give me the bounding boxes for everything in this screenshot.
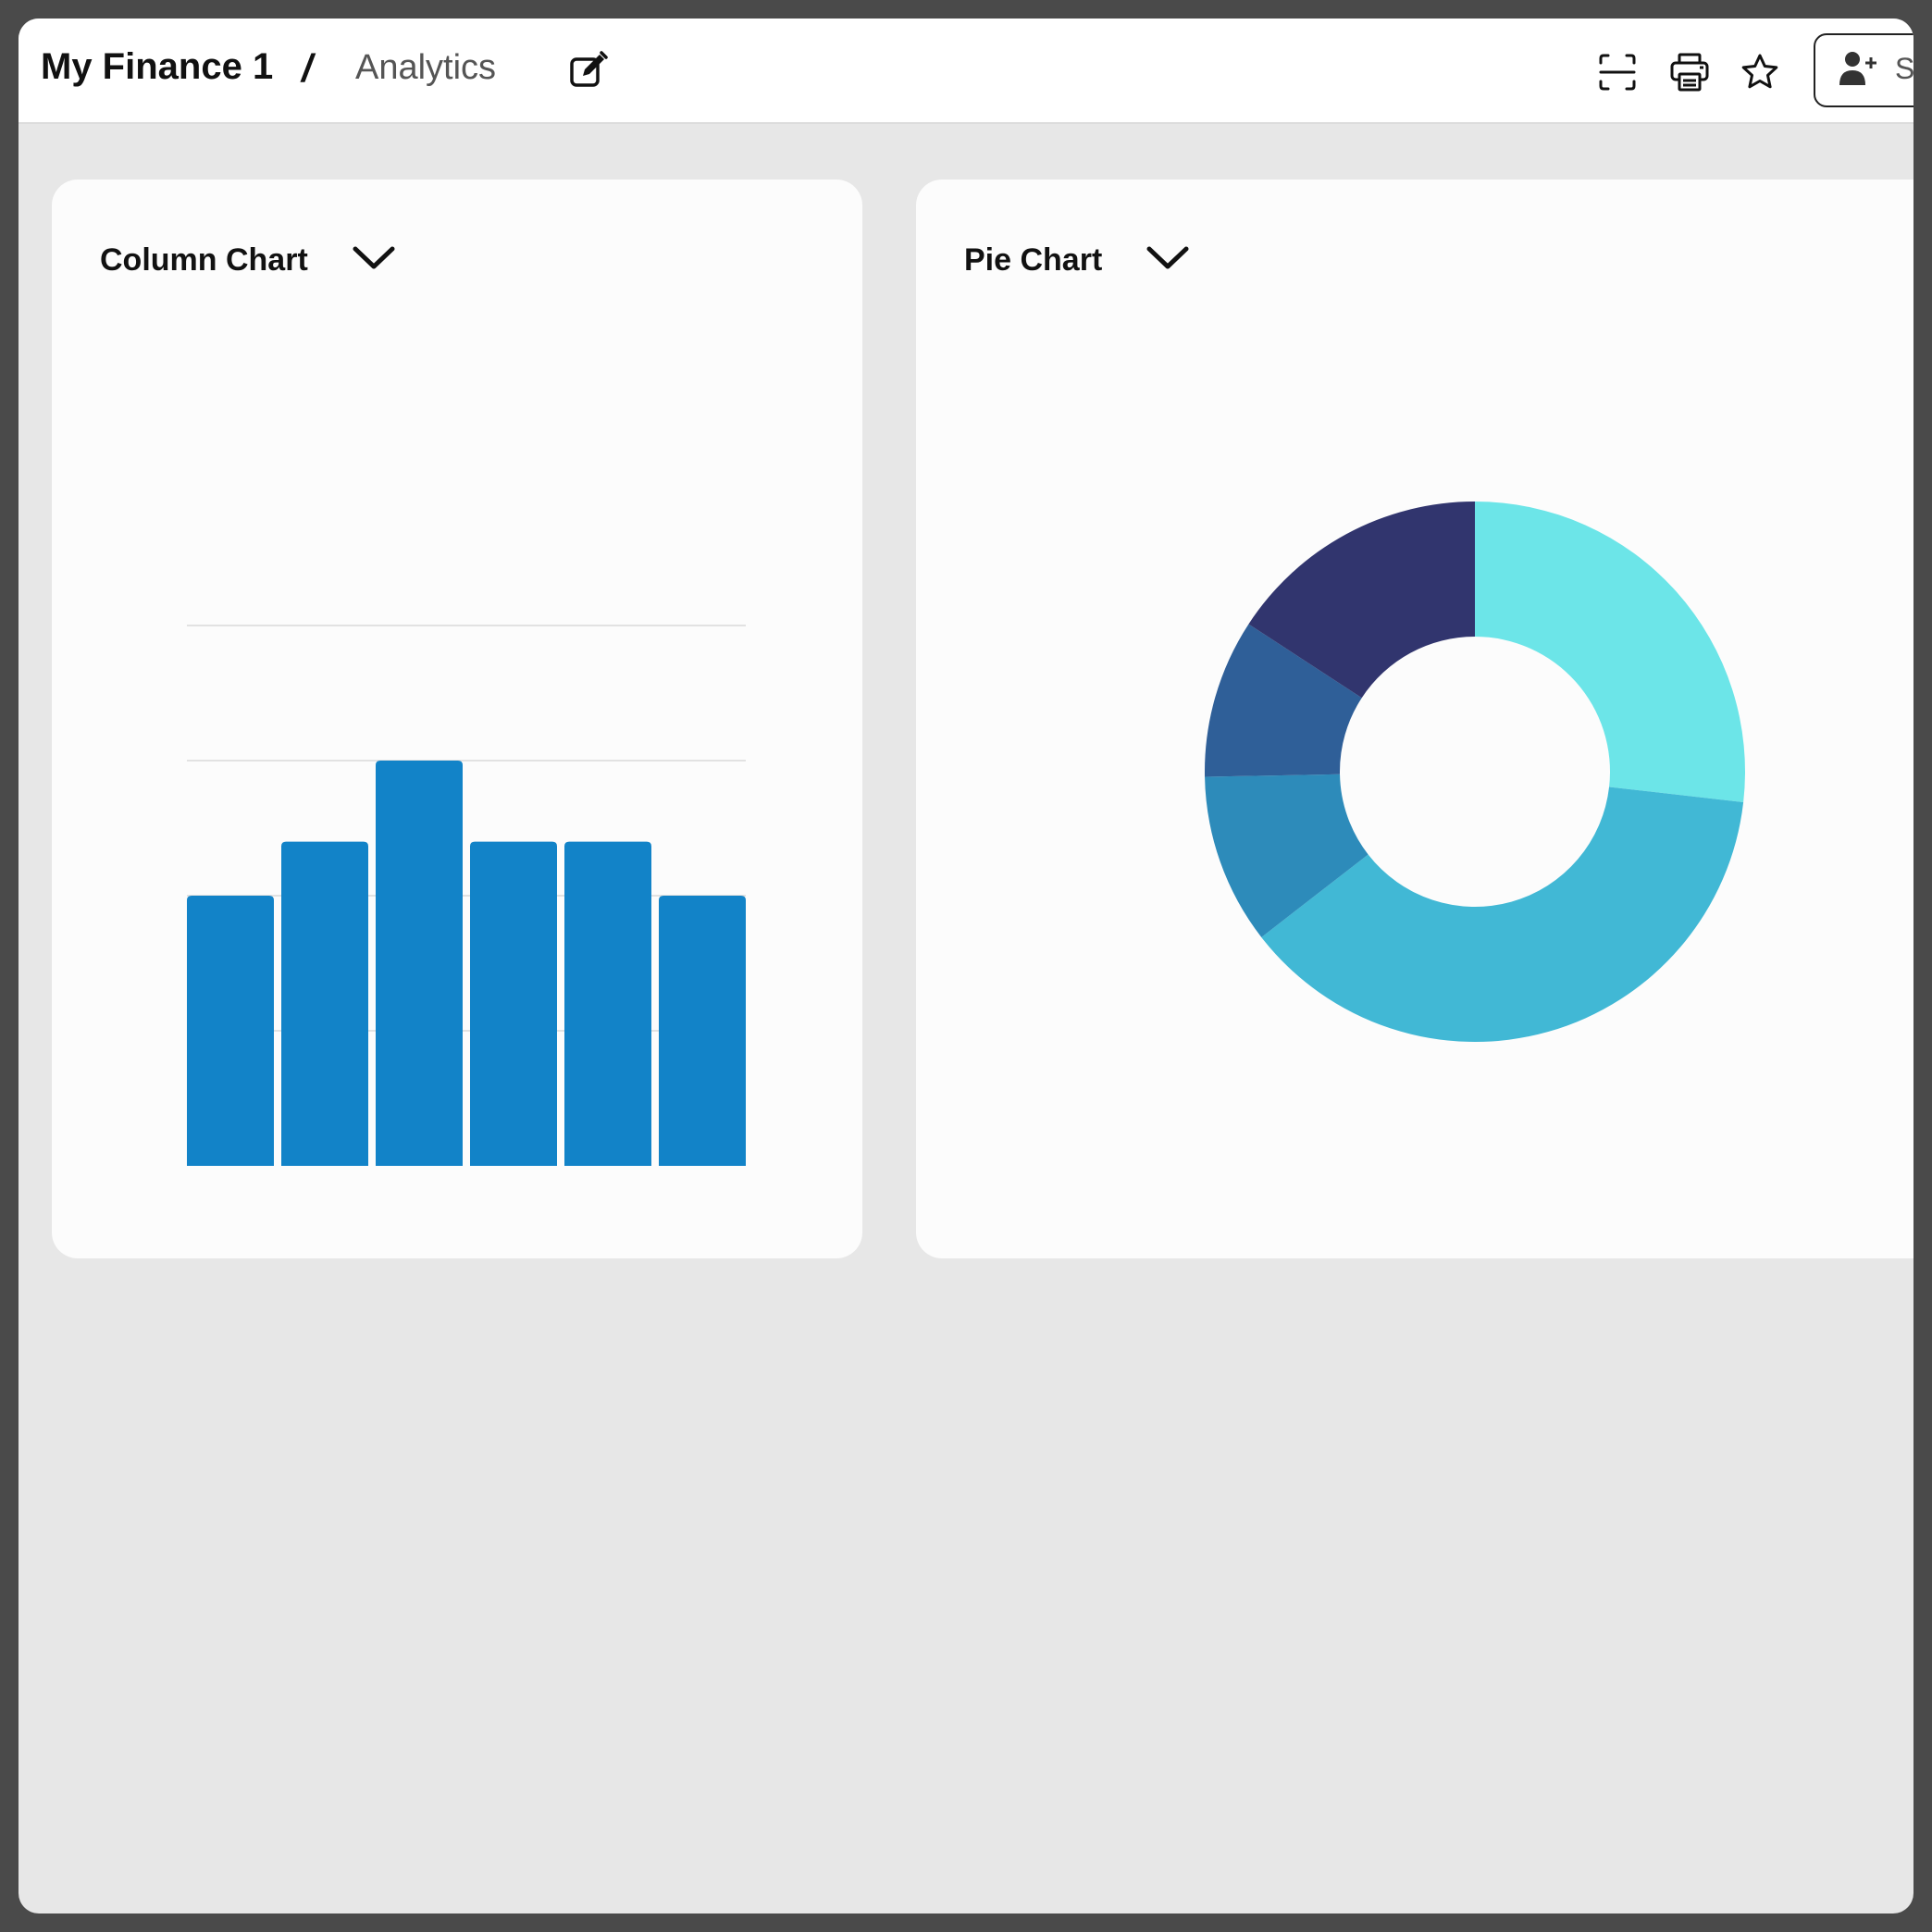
bar-6[interactable]	[659, 896, 746, 1166]
user-plus-icon	[1838, 50, 1878, 92]
page-title: My Finance 1	[41, 46, 274, 87]
bar-3[interactable]	[376, 761, 463, 1166]
edit-icon[interactable]	[568, 50, 609, 91]
printer-icon[interactable]	[1669, 52, 1710, 93]
column-chart	[187, 625, 746, 1166]
top-bar: My Finance 1 / Analytics S	[19, 19, 1913, 124]
bar-1[interactable]	[187, 896, 274, 1166]
star-icon[interactable]	[1740, 52, 1780, 93]
share-label: S	[1895, 52, 1913, 85]
pie-chart-card: Pie Chart	[916, 180, 1913, 1258]
pie-slice-1[interactable]	[1475, 502, 1745, 802]
bar-5[interactable]	[564, 841, 651, 1166]
pie-chart	[1205, 502, 1745, 1042]
scan-icon[interactable]	[1597, 52, 1638, 93]
breadcrumb-separator: /	[302, 46, 313, 90]
app-window: My Finance 1 / Analytics S Column Chart …	[19, 19, 1913, 1913]
bar-2[interactable]	[281, 841, 368, 1166]
breadcrumb-analytics[interactable]: Analytics	[355, 48, 496, 88]
share-button[interactable]: S	[1814, 33, 1913, 107]
column-chart-card: Column Chart	[52, 180, 862, 1258]
bar-4[interactable]	[470, 841, 557, 1166]
